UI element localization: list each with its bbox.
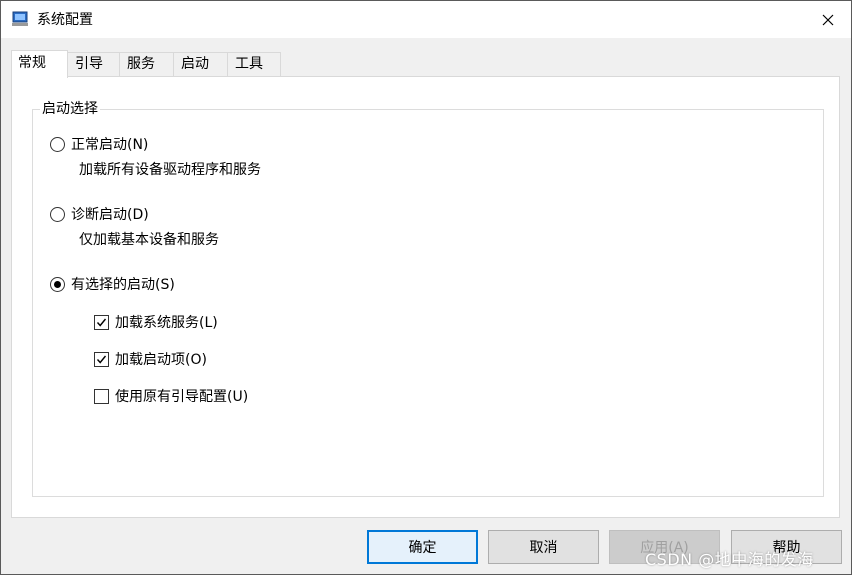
watermark: CSDN @地中海的发海 <box>645 550 814 569</box>
checkmark-icon <box>96 355 107 364</box>
radio-label: 正常启动(N) <box>71 137 149 153</box>
tab-tools[interactable]: 工具 <box>227 52 281 77</box>
checkbox-label: 使用原有引导配置(U) <box>115 389 249 405</box>
tab-services[interactable]: 服务 <box>119 52 174 77</box>
tab-startup[interactable]: 启动 <box>173 52 228 77</box>
system-config-icon <box>11 10 29 28</box>
radio-button-selected[interactable] <box>50 276 65 292</box>
checkbox-label: 加载系统服务(L) <box>115 315 218 331</box>
option-description: 加载所有设备驱动程序和服务 <box>79 162 261 178</box>
checkbox-use-original-boot-config[interactable]: 使用原有引导配置(U) <box>94 386 248 406</box>
radio-selective-startup[interactable]: 有选择的启动(S) <box>50 274 175 294</box>
radio-diagnostic-startup[interactable]: 诊断启动(D) <box>50 204 149 224</box>
radio-normal-startup[interactable]: 正常启动(N) <box>50 134 148 154</box>
startup-selection-group: 启动选择 正常启动(N) 加载所有设备驱动程序和服务 诊断启动(D) 仅加载基本… <box>32 100 824 497</box>
checkbox[interactable] <box>94 351 109 367</box>
radio-button[interactable] <box>50 206 65 222</box>
checkbox-load-system-services[interactable]: 加载系统服务(L) <box>94 312 218 332</box>
close-icon <box>822 14 834 25</box>
tab-general[interactable]: 常规 <box>11 50 68 78</box>
checkbox-load-startup-items[interactable]: 加载启动项(O) <box>94 349 207 369</box>
radio-label: 诊断启动(D) <box>71 207 149 223</box>
tab-boot[interactable]: 引导 <box>67 52 120 77</box>
system-config-window: 系统配置 常规 引导 服务 启动 工具 启动选择 正常启动(N) 加载所有设备驱… <box>0 0 852 575</box>
general-tab-panel: 启动选择 正常启动(N) 加载所有设备驱动程序和服务 诊断启动(D) 仅加载基本… <box>11 76 840 518</box>
group-title: 启动选择 <box>40 100 100 118</box>
checkbox-label: 加载启动项(O) <box>115 352 207 368</box>
checkbox[interactable] <box>94 314 109 330</box>
cancel-button[interactable]: 取消 <box>488 530 599 564</box>
radio-button[interactable] <box>50 136 65 152</box>
option-description: 仅加载基本设备和服务 <box>79 232 219 248</box>
close-button[interactable] <box>805 1 851 38</box>
radio-label: 有选择的启动(S) <box>71 277 175 293</box>
window-title: 系统配置 <box>37 12 93 28</box>
checkmark-icon <box>96 318 107 327</box>
title-bar: 系统配置 <box>1 1 851 38</box>
ok-button[interactable]: 确定 <box>367 530 478 564</box>
checkbox[interactable] <box>94 388 109 404</box>
